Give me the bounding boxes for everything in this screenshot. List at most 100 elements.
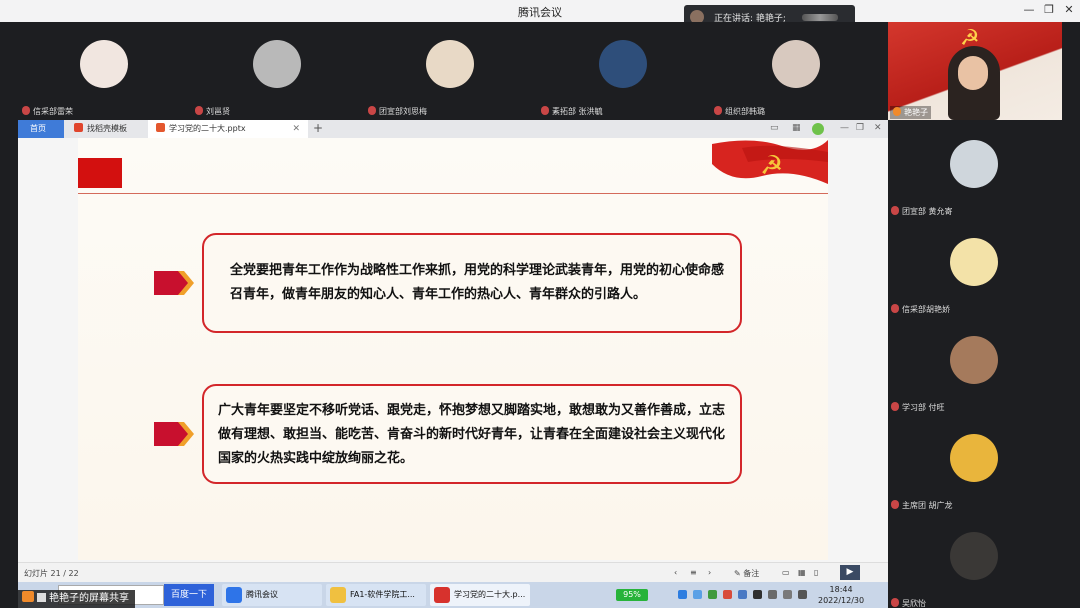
participant-tile[interactable]: 主席团 胡广龙 [888,414,1062,512]
participant-name: 主席团 胡广龙 [902,501,953,510]
divider [78,193,828,194]
app-tab-bar: 首页 找稻壳模板 学习党的二十大.pptx ✕ + ▭ ▦ — ❐ ✕ [18,120,888,138]
new-tab-button[interactable]: + [313,121,323,135]
slide: ☭ 全党要把青年工作作为战略性工作来抓，用党的科学理论武装青年，用党的初心使命感… [78,138,828,560]
quote-box: 广大青年要坚定不移听党话、跟党走，怀抱梦想又脚踏实地，敢想敢为又善作善成，立志做… [202,384,742,484]
shared-screen: 首页 找稻壳模板 学习党的二十大.pptx ✕ + ▭ ▦ — ❐ ✕ ☭ 全党要… [18,120,888,582]
audio-wave-icon [802,14,838,21]
baidu-search-button[interactable]: 百度一下 [164,584,214,606]
tab-template[interactable]: 找稻壳模板 [66,120,146,138]
participant-name: 信采部雷荣 [33,107,73,116]
cloud-icon[interactable] [693,590,702,599]
participant-name: 刘邕贤 [206,107,230,116]
clock[interactable]: 18:44 2022/12/30 [818,584,864,606]
sorter-view-icon[interactable]: ▦ [798,568,806,577]
tray-app-icon[interactable] [723,590,732,599]
tencent-meeting-icon [226,587,242,603]
volume-icon[interactable] [798,590,807,599]
participant-tile[interactable]: 团宣部 黄允寄 [888,120,1062,218]
slide-canvas: ☭ 全党要把青年工作作为战略性工作来抓，用党的科学理论武装青年，用党的初心使命感… [18,138,888,562]
participant-tile[interactable]: 信采部雷荣 [18,22,191,120]
participant-tile[interactable]: 素拓部 张洪毓 [537,22,710,120]
close-icon[interactable]: ✕ [874,123,882,133]
quote-text: 广大青年要坚定不移听党话、跟党走，怀抱梦想又脚踏实地，敢想敢为又善作善成，立志做… [218,403,726,466]
flag-decoration-icon: ☭ [712,140,828,184]
avatar [772,40,820,88]
tray-app-icon[interactable] [678,590,687,599]
screen-share-label[interactable]: 艳艳子的屏幕共享 [18,590,135,608]
participant-tile[interactable]: 信采部胡艳娇 [888,218,1062,316]
prev-slide-icon[interactable]: ‹ [674,568,677,577]
battery-indicator[interactable]: 95% [616,589,648,601]
mic-muted-icon [891,402,899,411]
title-bar: 腾讯会议 — ❐ ✕ [0,0,1080,22]
next-slide-icon[interactable]: › [708,568,711,577]
taskbar-item-wps[interactable]: 学习党的二十大.p... [430,584,530,606]
bluetooth-icon[interactable] [753,590,762,599]
restore-button[interactable]: ❐ [1042,3,1056,16]
notes-icon: ✎ [734,569,741,578]
restore-icon[interactable]: ❐ [856,123,864,133]
avatar [426,40,474,88]
tray-app-icon[interactable] [738,590,747,599]
play-button[interactable]: ▶ [840,565,860,580]
title-block [78,158,122,188]
window-title: 腾讯会议 [518,6,562,19]
participant-name: 素拓部 张洪毓 [552,107,603,116]
participant-tile[interactable]: 团宣部刘思梅 [364,22,537,120]
avatar [80,40,128,88]
user-icon [893,107,901,116]
grid-icon[interactable]: ▦ [792,123,801,133]
participant-name: 团宣部 黄允寄 [902,207,953,216]
taskbar-item-meeting[interactable]: 腾讯会议 [222,584,322,606]
avatar[interactable] [812,123,824,135]
mic-muted-icon [714,106,722,115]
arrow-bullet-icon [154,271,194,295]
mic-muted-icon [541,106,549,115]
participant-name: 学习部 付旺 [902,403,945,412]
tray-app-icon[interactable] [708,590,717,599]
avatar [599,40,647,88]
wps-icon [434,587,450,603]
avatar [253,40,301,88]
participant-tile[interactable]: 吴欣怡 [888,512,1062,608]
participant-tile[interactable]: 刘邕贤 [191,22,364,120]
page-view-icon[interactable]: ▭ [770,123,779,133]
party-emblem-icon: ☭ [760,151,783,181]
mic-muted-icon [891,304,899,313]
normal-view-icon[interactable]: ▭ [782,568,790,577]
quote-text: 全党要把青年工作作为战略性工作来抓，用党的科学理论武装青年，用党的初心使命感召青… [230,263,725,302]
participant-tile[interactable]: 学习部 付旺 [888,316,1062,414]
battery-icon[interactable] [783,590,792,599]
main-speaker-video[interactable]: ☭ 艳艳子 [888,22,1062,120]
docer-icon [74,123,83,132]
network-icon[interactable] [768,590,777,599]
participant-name: 信采部胡艳娇 [902,305,950,314]
mic-muted-icon [891,500,899,509]
folder-icon [330,587,346,603]
close-tab-icon[interactable]: ✕ [292,120,300,138]
participant-name: 吴欣怡 [902,599,926,608]
mic-muted-icon [891,206,899,215]
speaker-face [958,56,988,90]
reading-view-icon[interactable]: ▯ [814,568,818,577]
arrow-bullet-icon [154,422,194,446]
list-icon[interactable]: ≡ [690,568,697,577]
participant-name: 团宣部刘思梅 [379,107,427,116]
participant-tile[interactable]: 组织部韩璐 [710,22,883,120]
avatar [950,238,998,286]
taskbar-item-folder[interactable]: FA1-软件学院工... [326,584,426,606]
screen-share-icon [37,593,46,602]
notes-button[interactable]: ✎ 备注 [734,568,759,579]
close-button[interactable]: ✕ [1062,3,1076,16]
minimize-button[interactable]: — [1022,3,1036,16]
mic-muted-icon [195,106,203,115]
mic-muted-icon [891,598,899,607]
tab-document[interactable]: 学习党的二十大.pptx ✕ [148,120,308,138]
avatar [950,434,998,482]
mic-muted-icon [22,106,30,115]
tab-home[interactable]: 首页 [18,120,64,138]
minimize-icon[interactable]: — [840,123,849,133]
ppt-icon [156,123,165,132]
participant-panel: 团宣部 黄允寄 信采部胡艳娇 学习部 付旺 主席团 胡广龙 吴欣怡 [888,120,1062,608]
